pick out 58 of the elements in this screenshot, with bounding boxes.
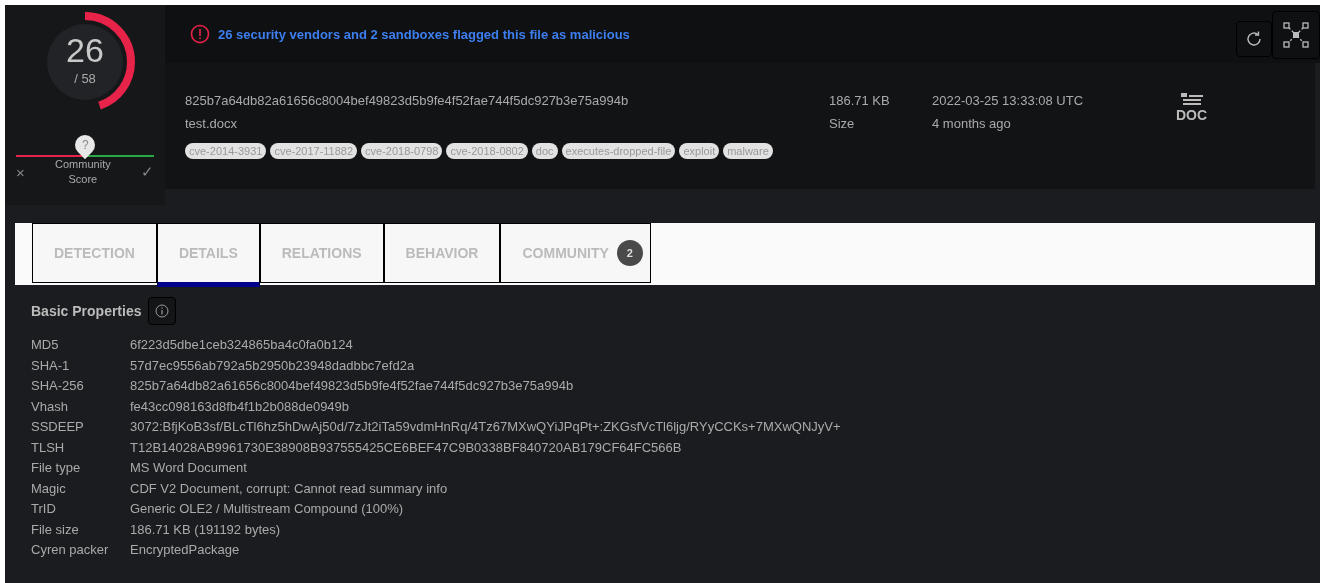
property-value: MS Word Document xyxy=(130,460,248,475)
tag[interactable]: malware xyxy=(723,143,773,159)
property-value: 3072:BfjKoB3sf/BLcTl6hz5hDwAj50d/7zJt2iTa59vdmHnRq/4Tz67MXwQYiJPqPt+:ZKGsfVcTl6ljg/RYyCCKs+7MXwQNJyV+ xyxy=(130,419,842,434)
count-badge: 2 xyxy=(616,240,643,266)
tab[interactable]: COMMUNITY 2 xyxy=(500,223,651,283)
tab[interactable]: DETAILS xyxy=(156,223,260,287)
community-score-label: Community Score xyxy=(54,157,112,187)
detection-count: 26 xyxy=(66,33,104,67)
property-value: Generic OLE2 / Multistream Compound (100%) xyxy=(130,501,405,516)
property-value: EncryptedPackage xyxy=(130,542,241,557)
tag[interactable]: cve-2018-0798 xyxy=(361,143,443,159)
reanalyze-button[interactable] xyxy=(1236,21,1272,57)
property-label: Vhash xyxy=(31,398,69,414)
property-label: SSDEEP xyxy=(31,419,85,434)
property-label: Magic xyxy=(31,480,67,496)
property-label: Cyren packer xyxy=(31,542,110,557)
positive-vote[interactable]: ✓ xyxy=(141,163,154,181)
graph-button[interactable] xyxy=(1272,11,1320,59)
property-label: MD5 xyxy=(31,337,60,352)
tag[interactable]: cve-2014-3931 xyxy=(185,143,267,159)
tag[interactable]: doc xyxy=(531,143,558,159)
tag[interactable]: exploit xyxy=(679,143,720,159)
property-value: 825b7a64db82a61656c8004bef49823d5b9fe4f52fae744f5dc927b3e75a994b xyxy=(130,378,575,393)
file-name: test.docx xyxy=(185,116,239,131)
property-value: CDF V2 Document, corrupt: Cannot read summary info xyxy=(130,480,449,496)
property-value: 57d7ec9556ab792a5b2950b23948dadbbc7efd2a xyxy=(130,357,416,373)
analysis-age: 4 months ago xyxy=(932,116,1012,131)
document-lines-icon xyxy=(1180,93,1203,107)
property-label: TLSH xyxy=(31,439,66,455)
property-value: 186.71 KB (191192 bytes) xyxy=(130,521,282,537)
node-graph-icon xyxy=(1283,22,1309,48)
tag[interactable]: cve-2018-0802 xyxy=(446,143,528,159)
refresh-icon xyxy=(1244,29,1264,49)
property-value: T12B14028AB9961730E38908B937555425CE6BEF47C9B0338BF840720AB179CF64FC566B xyxy=(130,439,683,455)
property-label: File type xyxy=(31,460,82,475)
tag[interactable]: cve-2017-11882 xyxy=(270,143,358,159)
file-hash: 825b7a64db82a61656c8004bef49823d5b9fe4f52fae744f5dc927b3e75a994b xyxy=(185,93,630,108)
property-label: TrID xyxy=(31,501,57,516)
tab[interactable]: RELATIONS xyxy=(259,223,384,283)
file-size: 186.71 KB xyxy=(829,93,891,108)
negative-vote[interactable]: × xyxy=(16,163,25,181)
section-title: Basic Properties xyxy=(31,303,142,319)
tab[interactable]: BEHAVIOR xyxy=(383,223,501,283)
alert-message: 26 security vendors and 2 sandboxes flagged this file as malicious xyxy=(218,26,630,42)
info-button[interactable] xyxy=(147,297,176,325)
analysis-date: 2022-03-25 13:33:08 UTC xyxy=(932,93,1085,108)
info-icon xyxy=(154,304,169,318)
size-label: Size xyxy=(829,116,856,131)
alert-icon xyxy=(190,24,210,44)
property-label: SHA-256 xyxy=(31,378,85,393)
property-value: 6f223d5dbe1ceb324865ba4c0fa0b124 xyxy=(130,337,354,352)
tab[interactable]: DETECTION xyxy=(32,223,157,283)
property-value: fe43cc098163d8fb4f1b2b088de0949b xyxy=(130,398,351,414)
file-type-label: DOC xyxy=(1176,107,1208,123)
property-label: File size xyxy=(31,521,80,537)
engine-total: / 58 xyxy=(74,71,96,86)
property-label: SHA-1 xyxy=(31,357,71,373)
tag[interactable]: executes-dropped-file xyxy=(561,143,676,159)
